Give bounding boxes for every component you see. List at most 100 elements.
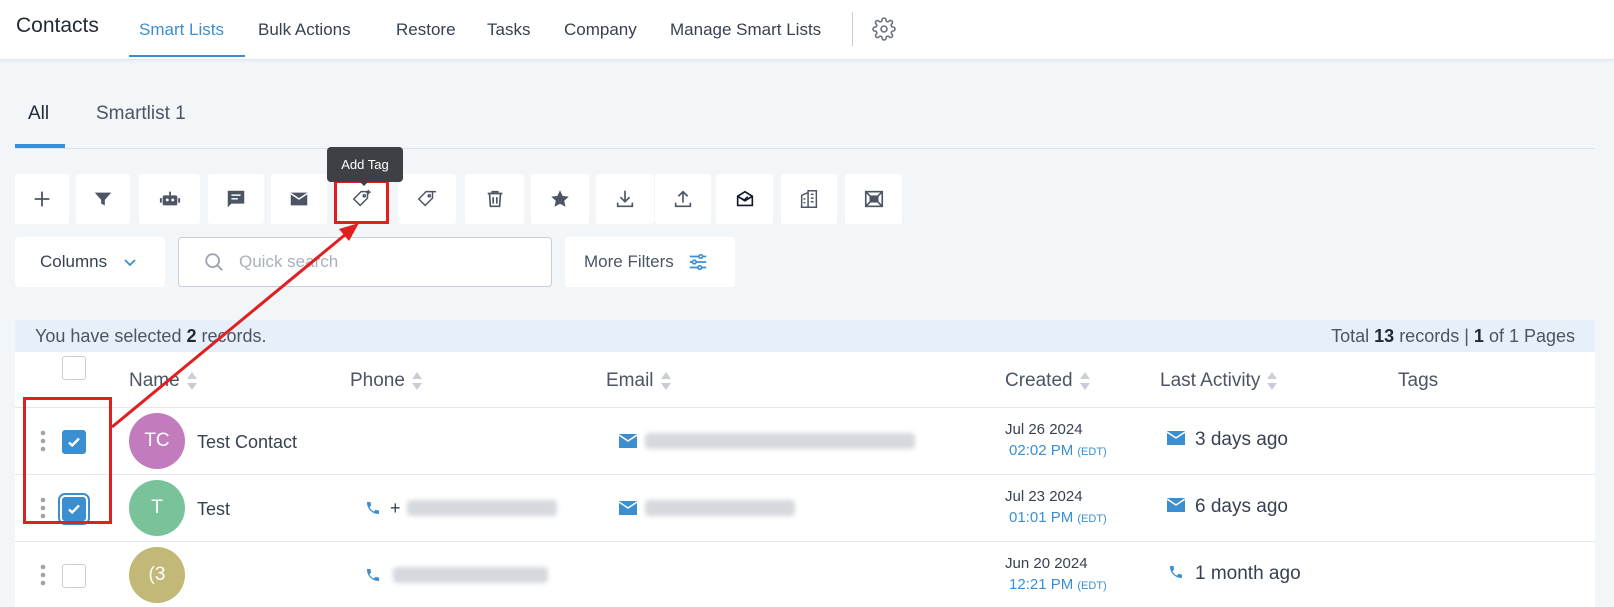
tab-all[interactable]: All (28, 103, 49, 125)
table-row[interactable]: TC Test Contact Jul 26 2024 02:02 PM (ED… (15, 407, 1595, 474)
header-tags: Tags (1398, 370, 1438, 392)
merge-icon (864, 190, 883, 208)
sort-icon (1079, 372, 1090, 390)
header-phone[interactable]: Phone (350, 370, 423, 392)
sort-icon (186, 372, 197, 390)
last-activity: 6 days ago (1195, 496, 1288, 517)
add-tag-highlight (334, 180, 389, 224)
header-email[interactable]: Email (606, 370, 672, 392)
table-row[interactable]: T Test + Jul 23 2024 01:01 PM (EDT) 6 da… (15, 474, 1595, 541)
review-button[interactable] (531, 174, 589, 224)
header-last-activity[interactable]: Last Activity (1160, 370, 1278, 392)
sms-button[interactable] (208, 174, 264, 224)
company-button[interactable] (781, 174, 837, 224)
nav-bulk-actions[interactable]: Bulk Actions (258, 20, 351, 40)
nav-smart-lists[interactable]: Smart Lists (139, 20, 224, 40)
sort-icon (411, 372, 422, 390)
selection-prefix: You have selected (35, 326, 182, 346)
add-icon (34, 191, 50, 207)
contact-name[interactable]: Test (197, 499, 230, 520)
nav-tasks[interactable]: Tasks (487, 20, 530, 40)
add-tag-tooltip: Add Tag (327, 147, 403, 182)
message-icon (227, 190, 245, 208)
nav-restore[interactable]: Restore (396, 20, 456, 40)
redacted-email (645, 433, 915, 449)
more-filters-button[interactable]: More Filters (565, 237, 735, 287)
header-phone-label: Phone (350, 370, 405, 391)
created-time: 02:02 PM (EDT) (1009, 442, 1107, 459)
star-icon (551, 190, 569, 207)
row-checkbox[interactable] (62, 564, 86, 588)
selected-count: 2 (186, 326, 197, 346)
robot-icon (159, 191, 180, 206)
import-button[interactable] (655, 174, 711, 224)
app-title: Contacts (16, 14, 99, 37)
timezone: (EDT) (1077, 580, 1107, 592)
timezone: (EDT) (1077, 513, 1107, 525)
created-time-value: 02:02 PM (1009, 442, 1074, 459)
phone-icon (1170, 566, 1182, 578)
top-navigation: Contacts Smart Lists Bulk Actions Restor… (0, 0, 1614, 60)
columns-dropdown[interactable]: Columns (15, 237, 165, 287)
phone-prefix: + (390, 498, 401, 518)
header-name[interactable]: Name (129, 370, 198, 392)
table-row[interactable]: (3 Jun 20 2024 12:21 PM (EDT) 1 month ag… (15, 541, 1595, 607)
add-contact-button[interactable] (15, 174, 69, 224)
drag-handle-icon[interactable] (40, 564, 46, 586)
email-verify-button[interactable] (716, 174, 773, 224)
created-date: Jul 23 2024 (1005, 488, 1083, 505)
search-icon (205, 253, 223, 271)
delete-icon (487, 190, 502, 208)
more-filters-label: More Filters (584, 252, 674, 271)
header-name-label: Name (129, 370, 180, 391)
total-mid: records | (1399, 326, 1469, 346)
sliders-icon (689, 253, 706, 271)
avatar: T (129, 480, 185, 536)
header-tags-label: Tags (1398, 370, 1439, 391)
selection-summary: You have selected 2 records. (35, 326, 267, 347)
search-input[interactable] (239, 252, 539, 272)
header-last-activity-label: Last Activity (1160, 370, 1261, 391)
avatar: TC (129, 413, 185, 469)
remove-tag-button[interactable] (398, 174, 456, 224)
automation-button[interactable] (139, 174, 200, 224)
created-date: Jul 26 2024 (1005, 421, 1083, 438)
filter-button[interactable] (76, 174, 130, 224)
search-box[interactable] (178, 237, 552, 287)
redacted-phone (407, 500, 557, 516)
nav-manage-smart-lists[interactable]: Manage Smart Lists (670, 20, 821, 40)
created-date: Jun 20 2024 (1005, 555, 1088, 572)
email-button[interactable] (271, 174, 327, 224)
header-created[interactable]: Created (1005, 370, 1091, 392)
remove-tag-icon (417, 190, 437, 207)
merge-button[interactable] (845, 174, 902, 224)
delete-button[interactable] (465, 174, 524, 224)
filter-icon (94, 192, 112, 206)
created-time: 12:21 PM (EDT) (1009, 576, 1107, 593)
mail-icon (290, 192, 308, 206)
header-created-label: Created (1005, 370, 1073, 391)
avatar: (3 (129, 547, 185, 603)
total-summary: Total 13 records | 1 of 1 Pages (1331, 326, 1575, 347)
redacted-email (645, 500, 795, 516)
mail-icon (619, 501, 637, 515)
selection-suffix: records. (201, 326, 267, 346)
mail-icon (619, 434, 637, 448)
export-button[interactable] (596, 174, 654, 224)
select-all-checkbox[interactable] (62, 356, 86, 380)
download-icon (616, 190, 634, 208)
last-activity: 1 month ago (1195, 563, 1301, 584)
tab-smartlist-1[interactable]: Smartlist 1 (96, 103, 186, 125)
selected-rows-highlight (23, 397, 112, 524)
created-time-value: 01:01 PM (1009, 509, 1074, 526)
mail-icon (1167, 431, 1185, 445)
nav-company[interactable]: Company (564, 20, 637, 40)
total-prefix: Total (1331, 326, 1370, 346)
gear-icon[interactable] (872, 17, 896, 41)
last-activity: 3 days ago (1195, 429, 1288, 450)
nav-active-underline (129, 55, 245, 57)
contact-name[interactable]: Test Contact (197, 432, 297, 453)
header-email-label: Email (606, 370, 654, 391)
sort-icon (1267, 372, 1278, 390)
mail-icon (1167, 498, 1185, 512)
